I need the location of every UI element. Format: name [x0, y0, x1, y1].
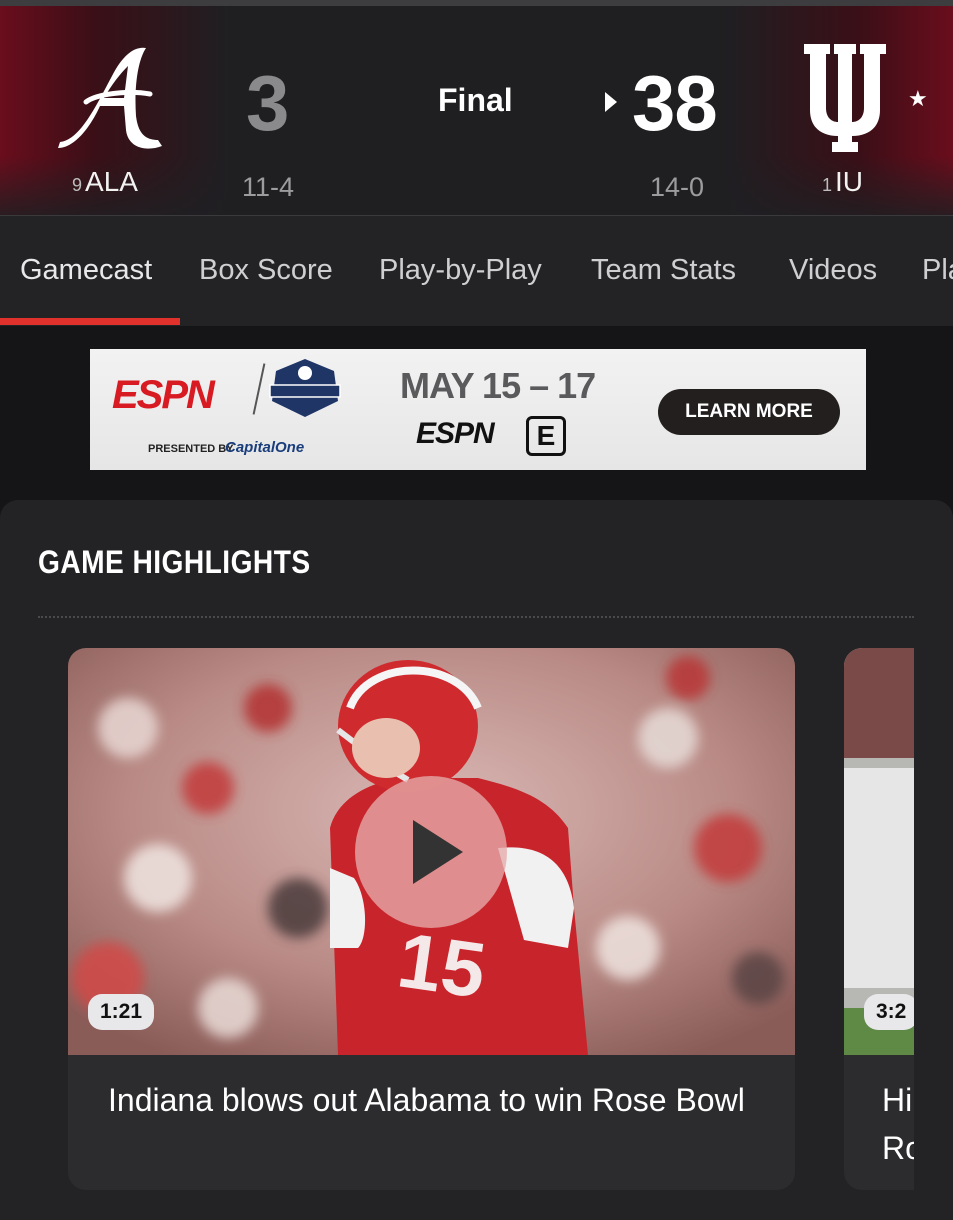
- ad-sponsor: CapitalOne: [225, 439, 305, 456]
- carousel-edge-mask: [914, 640, 953, 1200]
- video-duration-next: 3:2: [864, 994, 919, 1030]
- video-duration: 1:21: [88, 994, 155, 1030]
- ad-espn-logo: ESPN: [112, 373, 215, 417]
- scoreboard: 9 ALA 3 11-4 Final 38 14-0 1 IU ★: [0, 0, 953, 216]
- favorite-star-icon[interactable]: ★: [908, 86, 928, 112]
- ad-divider: [252, 363, 266, 415]
- video-title[interactable]: Indiana blows out Alabama to win Rose Bo…: [108, 1076, 768, 1124]
- ad-dates: MAY 15 – 17: [400, 365, 596, 406]
- game-status: Final: [438, 82, 513, 118]
- game-tabs: Gamecast Box Score Play-by-Play Team Sta…: [0, 216, 953, 326]
- ad-network-logo: ESPN: [416, 417, 495, 450]
- section-divider: [38, 616, 914, 618]
- away-score: 3: [246, 59, 289, 147]
- home-abbr: IU: [835, 166, 864, 197]
- tab-play-by-play[interactable]: Play-by-Play: [379, 254, 542, 287]
- learn-more-button[interactable]: LEARN MORE: [658, 389, 840, 435]
- home-rank: 1: [822, 175, 833, 195]
- active-tab-indicator: [0, 318, 180, 325]
- section-title: GAME HIGHLIGHTS: [38, 544, 311, 580]
- video-thumbnail[interactable]: 15 1:21: [68, 648, 795, 1055]
- alabama-logo-icon[interactable]: [50, 36, 172, 158]
- away-rank: 9: [72, 175, 83, 195]
- ad-banner[interactable]: ESPN PRESENTED BY CapitalOne MAY 15 – 17…: [90, 349, 866, 470]
- tab-team-stats[interactable]: Team Stats: [591, 254, 736, 287]
- ad-espn-plus-icon: E: [526, 416, 566, 456]
- winner-arrow-icon: [605, 92, 617, 112]
- away-record: 11-4: [242, 172, 295, 202]
- ad-presented-by: PRESENTED BY: [148, 443, 234, 455]
- tab-videos[interactable]: Videos: [789, 254, 877, 287]
- away-abbr: ALA: [85, 166, 138, 197]
- tab-gamecast[interactable]: Gamecast: [20, 254, 152, 287]
- softball-championship-badge-icon: [269, 359, 341, 417]
- home-score: 38: [632, 59, 718, 147]
- video-card[interactable]: 15 1:21 Indiana blows out Alabama to win…: [68, 648, 795, 1190]
- game-highlights-panel: GAME HIGHLIGHTS 15 1:21 Indiana blows ou…: [0, 500, 953, 1220]
- play-button-icon[interactable]: [355, 776, 507, 928]
- tab-more-partial[interactable]: Pla: [922, 254, 953, 287]
- away-team-label[interactable]: 9 ALA: [72, 166, 138, 198]
- home-record: 14-0: [650, 172, 705, 202]
- home-team-label[interactable]: 1 IU: [822, 166, 863, 198]
- tab-box-score[interactable]: Box Score: [199, 254, 333, 287]
- indiana-logo-icon[interactable]: [800, 38, 890, 156]
- svg-text:15: 15: [393, 915, 491, 1014]
